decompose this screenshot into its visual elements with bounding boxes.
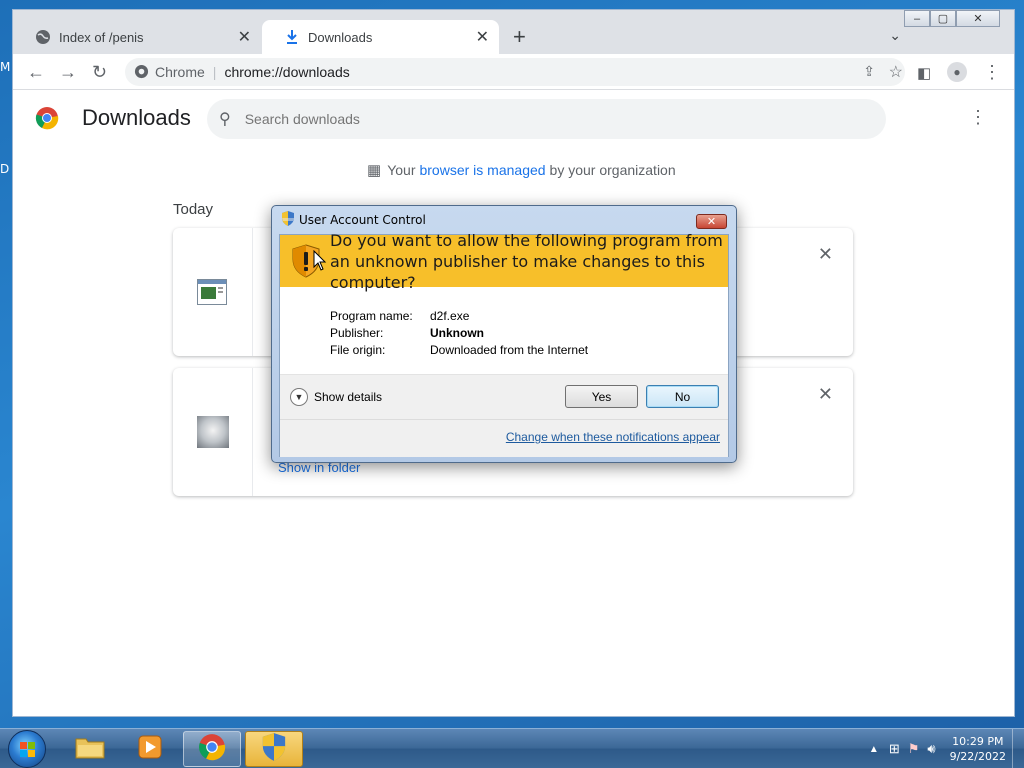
page-title: Downloads <box>82 105 191 130</box>
clock-time: 10:29 PM <box>952 735 1004 748</box>
search-downloads-box[interactable]: ⚲ <box>207 99 886 139</box>
field-label: File origin: <box>330 342 386 357</box>
tab-label: Index of /penis <box>59 29 144 45</box>
desktop-icon-label: D <box>0 162 10 176</box>
yes-button[interactable]: Yes <box>565 385 638 408</box>
uac-program-info: Program name: d2f.exe Publisher: Unknown… <box>330 307 588 358</box>
browser-toolbar: ← → ↻ Chrome | chrome://downloads ⇪ ☆ ◧ … <box>13 54 1014 90</box>
program-name-row: Program name: d2f.exe <box>330 307 588 324</box>
close-tab-icon[interactable]: ✕ <box>476 27 489 47</box>
tab-strip: Index of /penis ✕ Downloads ✕ + ⌄ – ▢ ✕ <box>13 10 1014 54</box>
show-desktop-button[interactable] <box>1012 729 1024 768</box>
chrome-logo-icon <box>35 106 59 130</box>
field-label: Program name: <box>330 308 413 323</box>
uac-footer: ▼ Show details Yes No Change when these … <box>280 375 728 457</box>
chrome-site-icon <box>134 64 149 82</box>
clock-date: 9/22/2022 <box>949 750 1006 763</box>
menu-kebab-icon[interactable]: ⋮ <box>983 62 1001 83</box>
chevron-down-icon: ▼ <box>290 388 308 406</box>
windows-logo-icon <box>20 742 35 757</box>
tray-expand-icon[interactable]: ▲ <box>869 744 879 755</box>
managed-suffix: by your organization <box>549 162 676 178</box>
download-icon <box>284 29 300 45</box>
cat-image <box>197 416 229 448</box>
search-icon: ⚲ <box>219 111 231 128</box>
uac-dialog: User Account Control ✕ Do you want to al… <box>271 205 737 463</box>
file-origin-row: File origin: Downloaded from the Interne… <box>330 341 588 358</box>
reload-icon[interactable]: ↻ <box>92 62 107 83</box>
publisher-row: Publisher: Unknown <box>330 324 588 341</box>
taskbar-explorer[interactable] <box>61 731 119 767</box>
minimize-button[interactable]: – <box>904 10 930 27</box>
field-value: Unknown <box>430 325 484 340</box>
forward-arrow-icon[interactable]: → <box>59 62 77 83</box>
back-arrow-icon[interactable]: ← <box>27 62 45 83</box>
chrome-icon <box>198 733 226 766</box>
globe-icon <box>35 29 51 45</box>
action-center-flag-icon[interactable]: ⚑ <box>908 741 920 757</box>
taskbar-chrome[interactable] <box>183 731 241 767</box>
star-icon[interactable]: ☆ <box>889 62 903 82</box>
field-value: Downloaded from the Internet <box>430 342 589 357</box>
desktop-icon-label: M <box>0 60 11 74</box>
section-date-label: Today <box>173 201 214 218</box>
close-tab-icon[interactable]: ✕ <box>238 27 251 47</box>
uac-small-shield-icon <box>281 211 295 229</box>
side-panel-icon[interactable]: ◧ <box>917 64 931 82</box>
profile-avatar-icon[interactable]: ● <box>947 62 967 82</box>
taskbar: ▲ ⊞ ⚑ 🔊︎ 10:29 PM 9/22/2022 <box>0 728 1024 768</box>
address-bar[interactable]: Chrome | chrome://downloads ⇪ ☆ <box>125 58 905 86</box>
mouse-cursor-icon <box>313 249 327 277</box>
url-text: chrome://downloads <box>224 64 350 80</box>
taskbar-uac[interactable] <box>245 731 303 767</box>
uac-content: Do you want to allow the following progr… <box>279 231 729 457</box>
tab-downloads[interactable]: Downloads ✕ <box>262 20 499 54</box>
window-app-icon <box>197 279 227 310</box>
managed-link[interactable]: browser is managed <box>419 162 545 178</box>
search-input[interactable] <box>244 111 805 127</box>
media-player-icon <box>137 734 163 765</box>
remove-download-icon[interactable]: ✕ <box>818 384 833 405</box>
uac-warning-banner: Do you want to allow the following progr… <box>280 231 728 292</box>
managed-prefix: Your <box>387 162 416 178</box>
page-menu-icon[interactable]: ⋮ <box>969 107 987 128</box>
close-window-button[interactable]: ✕ <box>956 10 1000 27</box>
clock[interactable]: 10:29 PM 9/22/2022 <box>950 734 1006 764</box>
tab-index-of[interactable]: Index of /penis ✕ <box>13 20 261 54</box>
tab-label: Downloads <box>308 29 373 45</box>
maximize-button[interactable]: ▢ <box>930 10 956 27</box>
share-icon[interactable]: ⇪ <box>863 63 875 80</box>
volume-icon[interactable]: 🔊︎ <box>927 741 935 757</box>
omnibox-divider: | <box>212 64 217 80</box>
uac-close-button[interactable]: ✕ <box>696 214 727 229</box>
footer-divider <box>280 419 728 420</box>
uac-shield-icon <box>261 732 287 766</box>
start-button[interactable] <box>8 730 46 768</box>
change-notifications-link[interactable]: Change when these notifications appear <box>506 430 720 444</box>
window-controls: – ▢ ✕ <box>904 10 1000 28</box>
explorer-icon <box>75 735 105 764</box>
managed-notice: ▦ Your browser is managed by your organi… <box>367 161 676 179</box>
thumbnail-column <box>173 368 253 496</box>
show-details-label: Show details <box>314 390 383 404</box>
show-details-toggle[interactable]: ▼ Show details <box>290 388 382 406</box>
tab-search-chevron-icon[interactable]: ⌄ <box>889 27 901 44</box>
field-value: d2f.exe <box>430 308 470 323</box>
site-label: Chrome <box>155 64 205 80</box>
remove-download-icon[interactable]: ✕ <box>818 244 833 265</box>
taskbar-media-player[interactable] <box>121 731 179 767</box>
thumbnail-column <box>173 228 253 356</box>
building-icon: ▦ <box>367 162 382 179</box>
uac-question: Do you want to allow the following progr… <box>330 230 723 292</box>
field-label: Publisher: <box>330 325 384 340</box>
no-button[interactable]: No <box>646 385 719 408</box>
uac-title: User Account Control <box>299 213 426 227</box>
network-icon[interactable]: ⊞ <box>889 741 900 757</box>
system-tray: ▲ ⊞ ⚑ 🔊︎ 10:29 PM 9/22/2022 <box>869 729 1024 768</box>
new-tab-button[interactable]: + <box>513 24 526 50</box>
